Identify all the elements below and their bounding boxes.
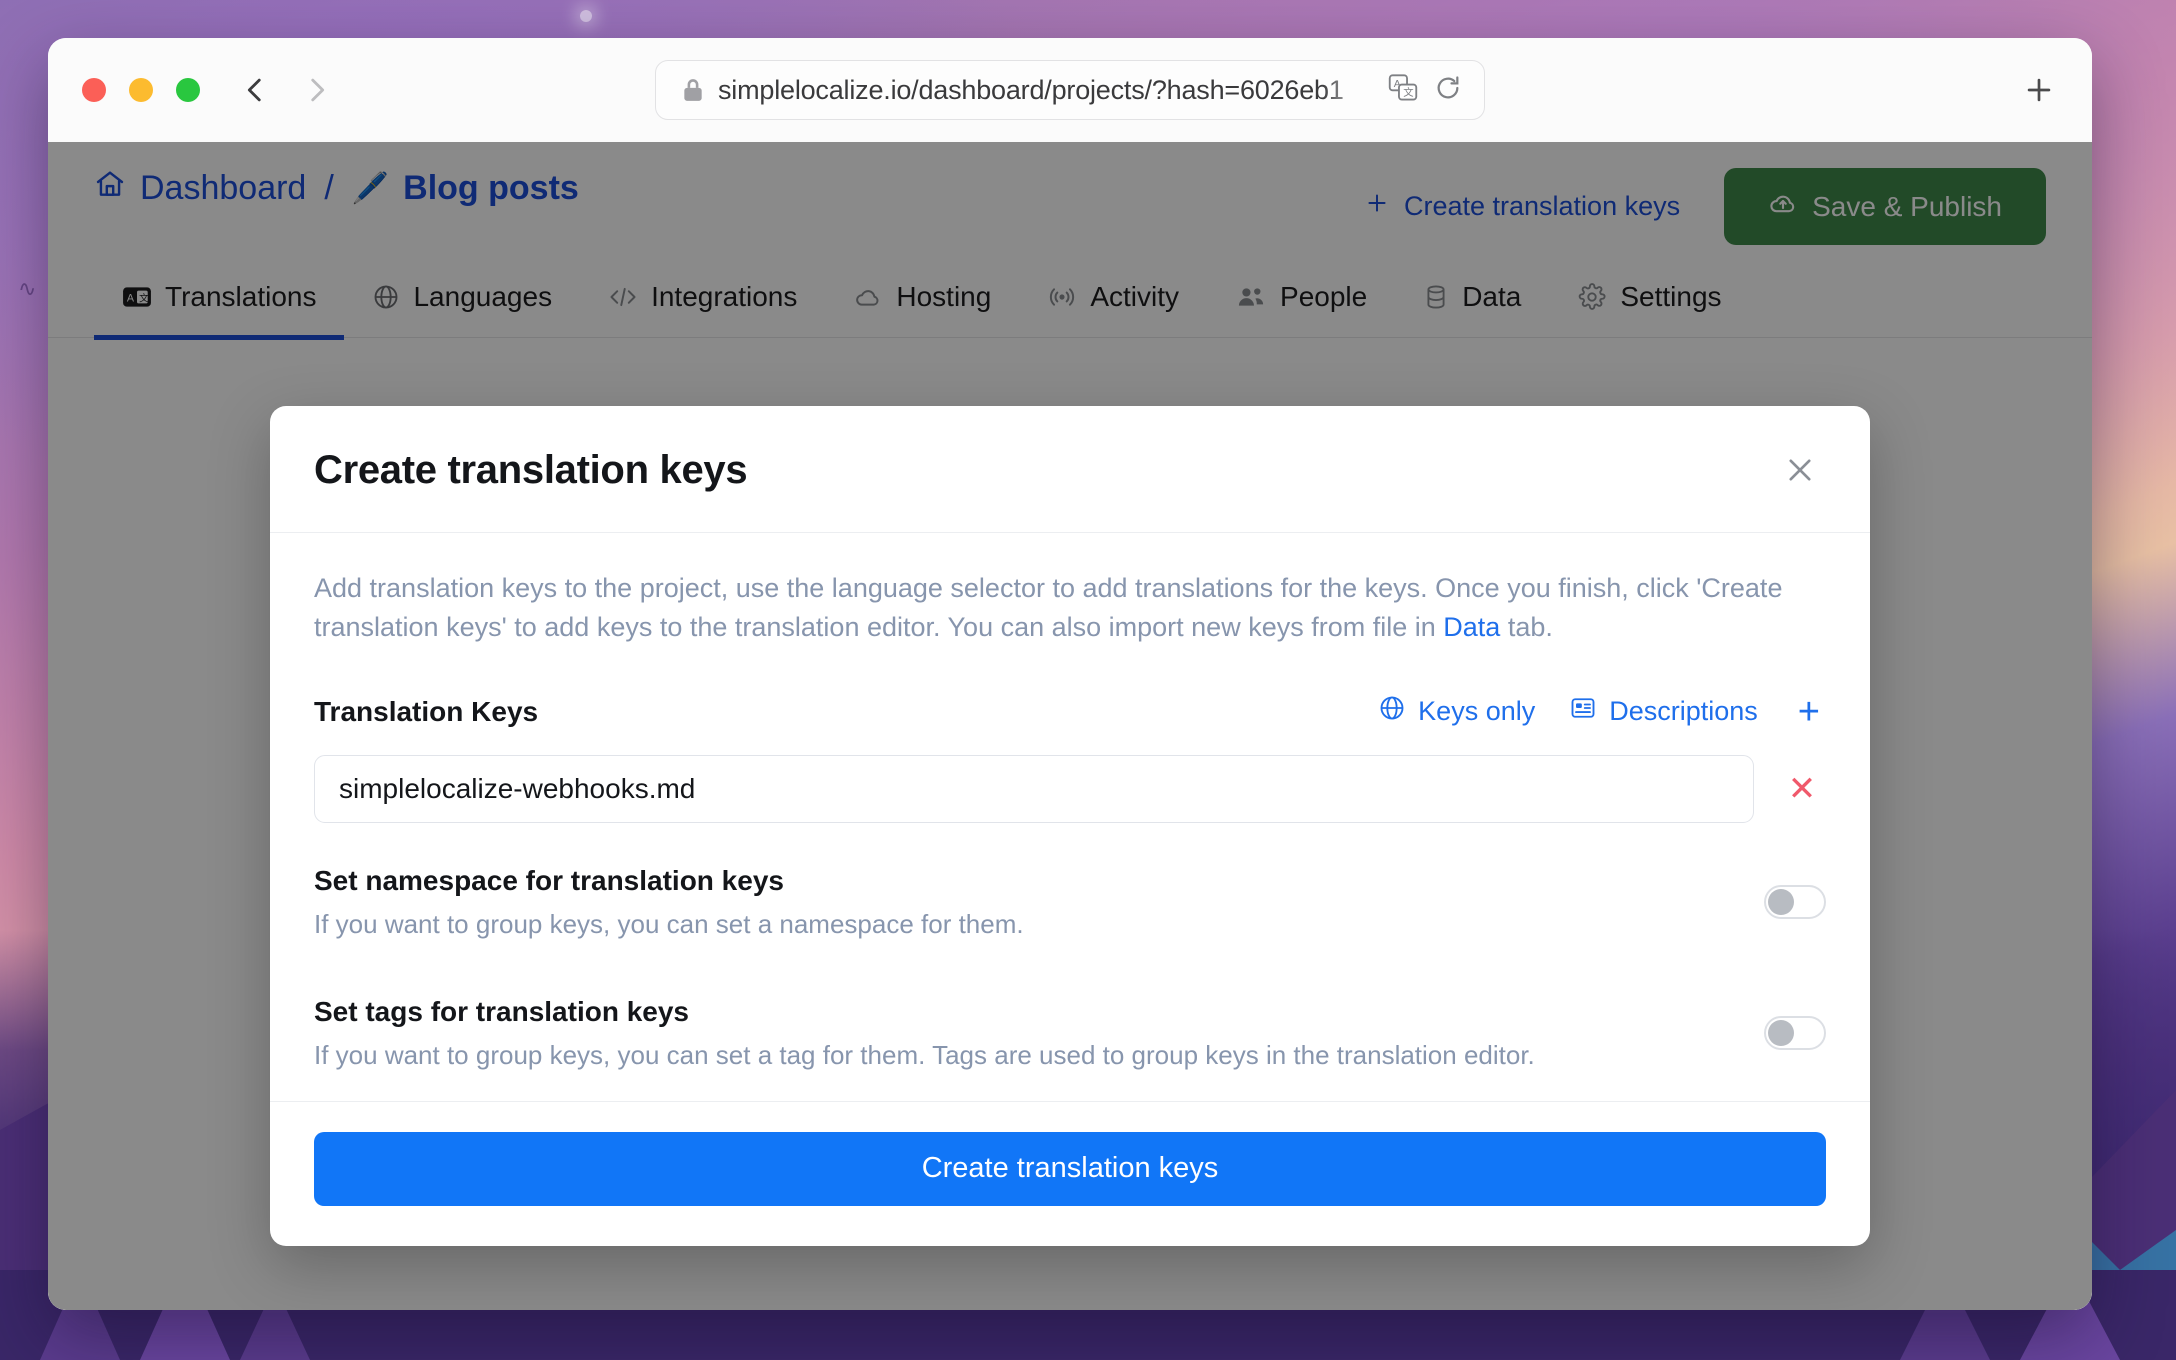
svg-text:文: 文 [1403,86,1414,99]
forward-chevron-icon[interactable] [300,73,334,107]
page-viewport: Dashboard / 🖊️ Blog posts Create transla… [48,142,2092,1310]
translation-key-row: ✕ [314,754,1826,823]
tags-option-title: Set tags for translation keys [314,995,690,1027]
keys-only-button[interactable]: Keys only [1378,694,1535,729]
globe-icon [1378,694,1406,729]
tags-toggle-knob [1768,1020,1794,1047]
namespace-option-text: Set namespace for translation keys If yo… [314,865,1024,940]
namespace-option-row: Set namespace for translation keys If yo… [314,865,1826,970]
modal-footer: Create translation keys [270,1100,1870,1246]
remove-translation-key-button[interactable]: ✕ [1778,765,1826,813]
omnibox-container: simplelocalize.io/dashboard/projects/?ha… [48,60,2092,120]
translation-keys-tools: Keys only Descriptions + [1378,693,1826,731]
create-translation-keys-submit-button[interactable]: Create translation keys [314,1131,1826,1206]
tags-option-text: Set tags for translation keys If you wan… [314,996,1535,1071]
translation-key-input[interactable] [314,754,1754,823]
description-list-icon [1569,694,1597,729]
descriptions-button[interactable]: Descriptions [1569,694,1758,729]
translation-keys-title: Translation Keys [314,695,539,727]
modal-body: Add translation keys to the project, use… [270,533,1870,1101]
window-close-button[interactable] [82,78,106,102]
translation-keys-section-header: Translation Keys Keys only Descriptions … [314,693,1826,731]
close-icon[interactable] [1774,444,1826,496]
tags-option-row: Set tags for translation keys If you wan… [314,970,1826,1101]
modal-description: Add translation keys to the project, use… [314,569,1826,647]
address-bar[interactable]: simplelocalize.io/dashboard/projects/?ha… [655,60,1485,120]
reload-icon[interactable] [1434,74,1462,107]
back-chevron-icon[interactable] [238,73,272,107]
address-bar-actions: A 文 [1388,73,1462,108]
lock-icon [682,77,704,103]
window-traffic-lights [82,78,200,102]
tags-option-description: If you want to group keys, you can set a… [314,1039,1535,1070]
keys-only-label: Keys only [1418,696,1536,727]
window-maximize-button[interactable] [176,78,200,102]
desktop-wallpaper: ∿ ∿ simpl [0,0,2176,1360]
tags-toggle[interactable] [1764,1016,1826,1051]
address-bar-url: simplelocalize.io/dashboard/projects/?ha… [718,74,1344,105]
modal-description-part2: tab. [1500,611,1553,642]
modal-title: Create translation keys [314,447,748,492]
data-tab-link[interactable]: Data [1443,612,1500,642]
namespace-option-title: Set namespace for translation keys [314,864,784,896]
namespace-toggle-knob [1768,889,1794,916]
browser-nav-buttons [238,73,334,107]
wallpaper-moon [580,10,592,22]
translate-page-icon[interactable]: A 文 [1388,73,1418,108]
modal-header: Create translation keys [270,406,1870,533]
namespace-toggle[interactable] [1764,885,1826,920]
browser-window: simplelocalize.io/dashboard/projects/?ha… [48,38,2092,1310]
create-translation-keys-modal: Create translation keys Add translation … [270,406,1870,1246]
new-tab-button[interactable] [2016,67,2062,113]
wallpaper-bird-icon: ∿ [18,276,37,301]
browser-toolbar: simplelocalize.io/dashboard/projects/?ha… [48,38,2092,142]
namespace-option-description: If you want to group keys, you can set a… [314,908,1024,939]
window-minimize-button[interactable] [129,78,153,102]
modal-description-part1: Add translation keys to the project, use… [314,573,1783,642]
add-translation-key-button[interactable]: + [1792,693,1826,731]
descriptions-label: Descriptions [1609,696,1758,727]
